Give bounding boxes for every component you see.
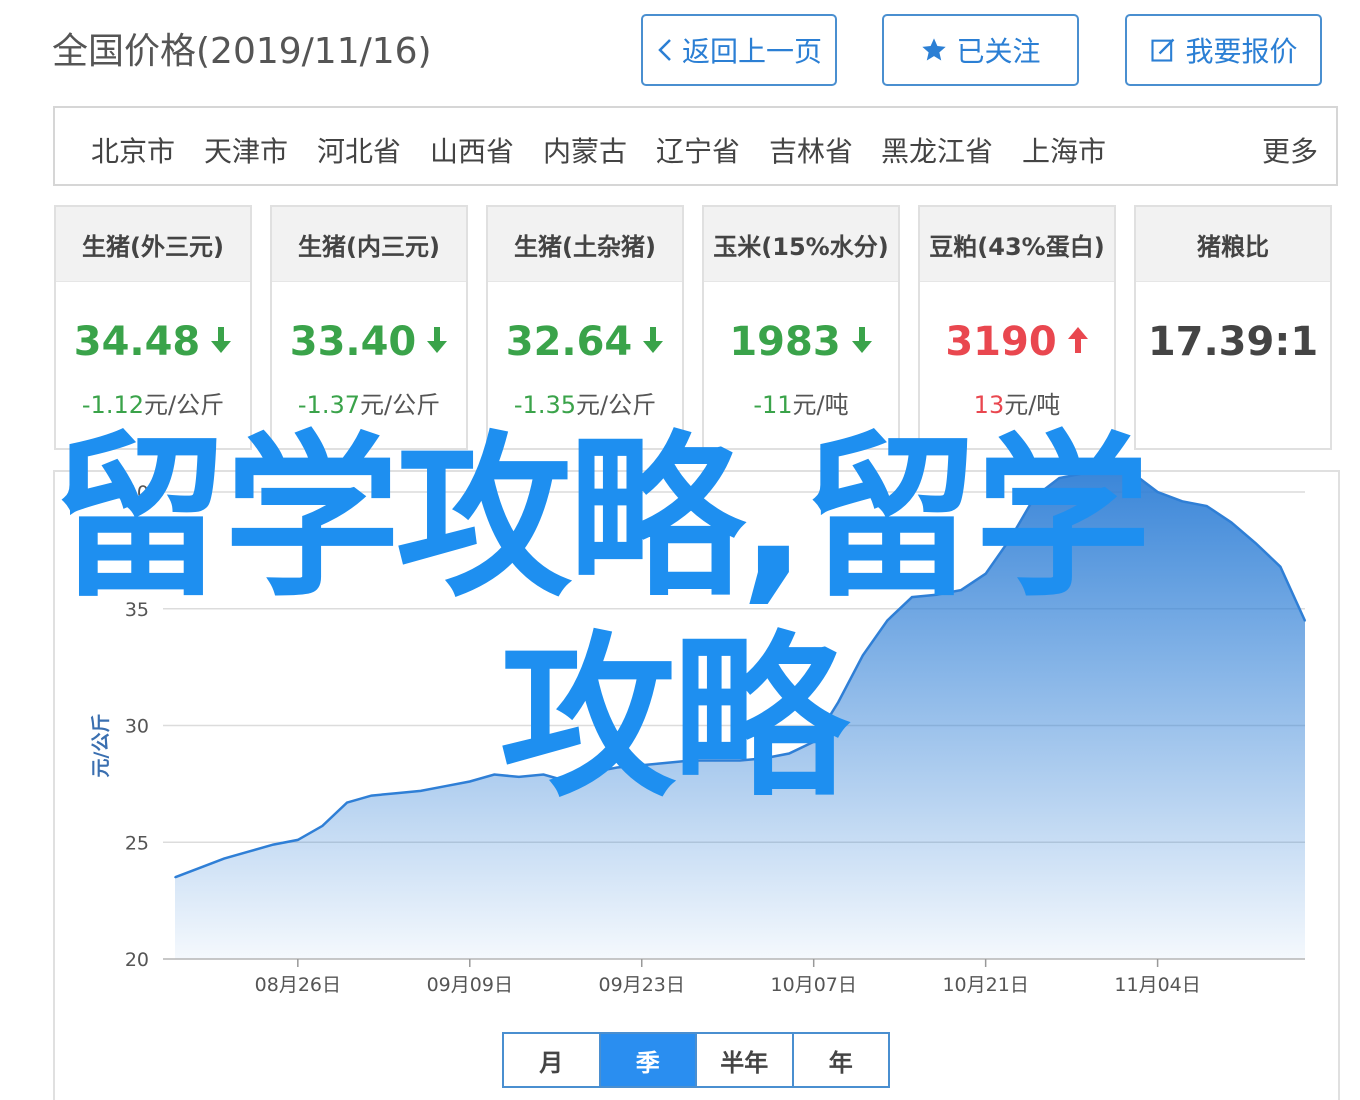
tab-quarter[interactable]: 季	[600, 1034, 697, 1086]
card-value-text: 32.64	[505, 319, 633, 365]
data-point	[419, 790, 422, 792]
range-tabs: 月 季 半年 年	[502, 1032, 890, 1088]
y-axis-label: 元/公斤	[90, 714, 112, 778]
follow-button-label: 已关注	[956, 35, 1041, 68]
region-liaoning[interactable]: 辽宁省	[656, 130, 740, 170]
watermark-text-line-2: 攻略	[500, 616, 848, 821]
x-tick-label: 11月04日	[1114, 974, 1200, 996]
region-hebei[interactable]: 河北省	[317, 130, 401, 170]
region-shanxi[interactable]: 山西省	[430, 130, 514, 170]
x-tick-label: 09月23日	[599, 974, 685, 996]
edit-icon	[1149, 36, 1177, 64]
data-point	[469, 780, 471, 783]
tab-month[interactable]: 月	[504, 1034, 601, 1086]
data-point	[1181, 500, 1183, 503]
region-shanghai[interactable]: 上海市	[1022, 130, 1106, 170]
region-more-link[interactable]: 更多	[1262, 130, 1318, 170]
back-button-label: 返回上一页	[681, 35, 822, 68]
arrow-down-icon	[851, 319, 873, 365]
data-point	[862, 654, 864, 657]
arrow-down-icon	[426, 319, 448, 365]
region-heilongjiang[interactable]: 黑龙江省	[881, 130, 993, 170]
card-title: 生猪(土杂猪)	[488, 207, 682, 282]
card-value: 3190	[920, 319, 1114, 365]
region-tianjin[interactable]: 天津市	[204, 130, 288, 170]
tab-year[interactable]: 年	[794, 1034, 889, 1086]
card-value-text: 34.48	[73, 319, 201, 365]
region-jilin[interactable]: 吉林省	[769, 130, 853, 170]
data-point	[1279, 565, 1282, 568]
x-tick-label: 10月07日	[771, 974, 857, 996]
card-value-text: 1983	[729, 319, 841, 365]
data-point	[1255, 542, 1257, 545]
card-title: 生猪(内三元)	[272, 207, 466, 282]
card-value-text: 33.40	[289, 319, 417, 365]
card-value: 17.39:1	[1136, 319, 1330, 365]
data-point	[493, 773, 496, 776]
region-nav: 北京市 天津市 河北省 山西省 内蒙古 辽宁省 吉林省 黑龙江省 上海市 更多	[53, 106, 1338, 186]
y-tick-label: 30	[125, 716, 149, 738]
back-button[interactable]: 返回上一页	[641, 14, 837, 86]
data-point	[198, 867, 201, 869]
card-value: 32.64	[488, 319, 682, 365]
card-value: 1983	[704, 319, 898, 365]
arrow-down-icon	[210, 319, 232, 365]
data-point	[1156, 491, 1159, 493]
data-point	[1304, 620, 1306, 622]
data-point	[297, 839, 299, 841]
card-title: 玉米(15%水分)	[704, 207, 898, 282]
tab-half-year[interactable]: 半年	[697, 1034, 794, 1086]
card-value: 34.48	[56, 319, 250, 365]
chevron-left-icon	[656, 37, 674, 63]
data-point	[223, 857, 225, 860]
data-point	[395, 792, 397, 794]
card-value-text: 17.39:1	[1147, 319, 1319, 365]
data-point	[444, 785, 447, 787]
card-title: 猪粮比	[1136, 207, 1330, 282]
page-title: 全国价格(2019/11/16)	[52, 31, 432, 72]
card-title: 豆粕(43%蛋白)	[920, 207, 1114, 282]
data-point	[346, 801, 348, 804]
price-card-pig-grain-ratio: 猪粮比 17.39:1	[1134, 205, 1332, 450]
report-price-button[interactable]: 我要报价	[1125, 14, 1322, 86]
follow-button[interactable]: 已关注	[882, 14, 1079, 86]
report-price-button-label: 我要报价	[1185, 35, 1298, 68]
card-value-text: 3190	[945, 319, 1057, 365]
data-point	[370, 794, 373, 797]
data-point	[272, 843, 275, 846]
data-point	[174, 876, 176, 879]
data-point	[321, 825, 324, 827]
x-tick-label: 08月26日	[255, 974, 341, 996]
star-icon	[920, 36, 948, 64]
y-tick-label: 20	[125, 949, 149, 971]
region-beijing[interactable]: 北京市	[91, 130, 175, 170]
x-tick-label: 10月21日	[942, 974, 1028, 996]
data-point	[1230, 521, 1233, 524]
data-point	[1205, 505, 1208, 507]
y-tick-label: 25	[125, 832, 149, 854]
arrow-down-icon	[642, 319, 664, 365]
x-tick-label: 09月09日	[427, 974, 513, 996]
arrow-up-icon	[1067, 319, 1089, 365]
card-title: 生猪(外三元)	[56, 207, 250, 282]
region-neimenggu[interactable]: 内蒙古	[543, 130, 627, 170]
data-point	[247, 850, 250, 853]
card-value: 33.40	[272, 319, 466, 365]
